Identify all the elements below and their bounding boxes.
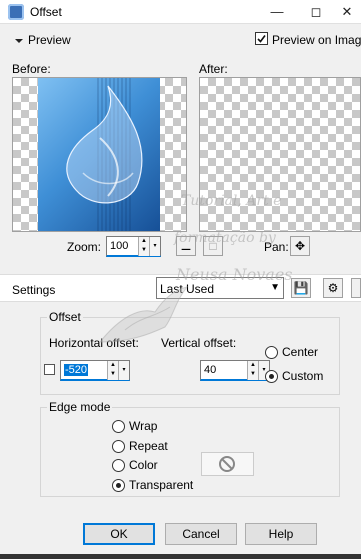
zoom-value: 100: [110, 240, 129, 252]
zoom-label: Zoom:: [67, 240, 102, 254]
maximize-button[interactable]: ◻: [302, 2, 330, 22]
horizontal-spin-buttons[interactable]: ▲ ▼: [107, 361, 118, 380]
bottom-edge: [0, 554, 361, 559]
no-color-icon: [219, 456, 235, 472]
wrap-radio[interactable]: [112, 420, 125, 433]
custom-label: Custom: [282, 369, 324, 383]
repeat-label: Repeat: [129, 439, 168, 453]
custom-radio[interactable]: [265, 370, 278, 383]
transparent-radio[interactable]: [112, 479, 125, 492]
window-title: Offset: [30, 5, 62, 19]
help-button[interactable]: Help: [245, 523, 317, 545]
watermark-line-3: Neusa Novaes: [176, 265, 293, 284]
cancel-button[interactable]: Cancel: [165, 523, 237, 545]
close-button[interactable]: ✕: [333, 2, 361, 22]
preset-options-icon[interactable]: ⚙: [323, 278, 343, 298]
link-offsets-checkbox[interactable]: [44, 364, 55, 375]
ok-button[interactable]: OK: [83, 523, 155, 545]
center-label: Center: [282, 345, 319, 359]
watermark-line-2: formatação by: [174, 230, 276, 246]
before-preview-image: [38, 78, 160, 231]
app-icon: [8, 4, 24, 20]
transparent-label: Transparent: [129, 478, 194, 492]
color-radio[interactable]: [112, 459, 125, 472]
horizontal-offset-value: -520: [64, 364, 89, 376]
save-preset-icon[interactable]: 💾: [291, 278, 311, 298]
vertical-offset-spinner[interactable]: 40 ▲ ▼ ▾: [200, 360, 270, 381]
minimize-button[interactable]: —: [263, 2, 291, 22]
after-label: After:: [199, 62, 228, 76]
before-preview[interactable]: [12, 77, 187, 232]
delete-preset-icon[interactable]: [351, 278, 361, 298]
offset-group-title: Offset: [47, 310, 83, 324]
wrap-label: Wrap: [129, 419, 158, 433]
repeat-radio[interactable]: [112, 440, 125, 453]
horizontal-dropdown-arrow-icon[interactable]: ▾: [118, 361, 129, 380]
preview-on-image-checkbox[interactable]: [255, 32, 268, 45]
zoom-spinner[interactable]: 100 ▲ ▼ ▾: [106, 236, 161, 257]
horizontal-offset-spinner[interactable]: -520 ▲ ▼ ▾: [60, 360, 130, 381]
vertical-spin-buttons[interactable]: ▲ ▼: [247, 361, 258, 380]
center-radio[interactable]: [265, 346, 278, 359]
preview-section-label: Preview: [28, 33, 71, 47]
color-swatch: [201, 452, 254, 476]
pan-move-icon[interactable]: ✥: [290, 236, 310, 256]
zoom-dropdown-arrow-icon[interactable]: ▾: [149, 237, 160, 256]
watermark-bird-icon: [95, 282, 190, 357]
color-label: Color: [129, 458, 158, 472]
watermark-line-1: Tutorial, Art e: [181, 193, 282, 209]
before-label: Before:: [12, 62, 51, 76]
zoom-spin-buttons[interactable]: ▲ ▼: [138, 237, 149, 256]
edge-mode-title: Edge mode: [47, 400, 113, 414]
settings-label: Settings: [12, 283, 56, 297]
vertical-offset-value: 40: [204, 364, 217, 376]
preview-on-image-label: Preview on Image: [272, 33, 361, 47]
preview-collapse-icon[interactable]: [14, 35, 24, 49]
